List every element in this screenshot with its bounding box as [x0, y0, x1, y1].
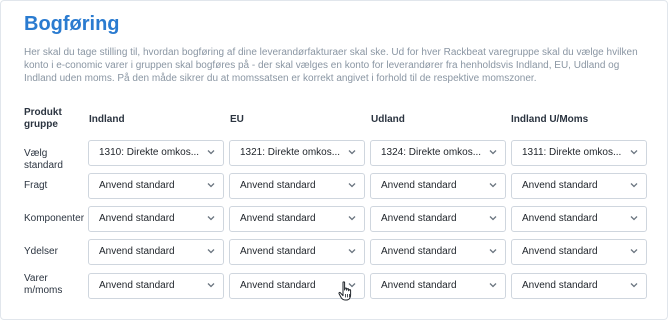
row-label-vaelg-standard: Vælg standard	[24, 148, 63, 171]
chevron-down-icon	[348, 216, 356, 221]
select-vaelg-standard-indland[interactable]: 1310: Direkte omkos...	[88, 140, 224, 166]
select-ydelser-eu[interactable]: Anvend standard	[229, 239, 365, 265]
page-title: Bogføring	[24, 13, 120, 35]
header-indland-umoms: Indland U/Moms	[511, 114, 589, 125]
chevron-down-icon	[630, 183, 638, 188]
chevron-down-icon	[489, 150, 497, 155]
select-vaelg-standard-udland[interactable]: 1324: Direkte omkos...	[370, 140, 506, 166]
select-fragt-udland[interactable]: Anvend standard	[370, 173, 506, 199]
select-ydelser-udland[interactable]: Anvend standard	[370, 239, 506, 265]
chevron-down-icon	[630, 249, 638, 254]
header-eu: EU	[230, 114, 244, 125]
select-fragt-indland-umoms[interactable]: Anvend standard	[511, 173, 647, 199]
select-vaelg-standard-eu[interactable]: 1321: Direkte omkos...	[229, 140, 365, 166]
select-varer-mmoms-indland[interactable]: Anvend standard	[88, 273, 224, 299]
chevron-down-icon	[348, 183, 356, 188]
select-komponenter-udland[interactable]: Anvend standard	[370, 206, 506, 232]
row-label-varer-mmoms: Varer m/moms	[24, 273, 63, 296]
header-product-group: Produkt gruppe	[24, 107, 62, 130]
select-fragt-eu[interactable]: Anvend standard	[229, 173, 365, 199]
header-indland: Indland	[89, 114, 125, 125]
bookkeeping-card: Bogføring Her skal du tage stilling til,…	[0, 0, 668, 320]
row-label-komponenter: Komponenter	[24, 213, 85, 224]
header-udland: Udland	[371, 114, 405, 125]
select-varer-mmoms-udland[interactable]: Anvend standard	[370, 273, 506, 299]
hand-pointer-icon	[338, 281, 352, 301]
chevron-down-icon	[489, 249, 497, 254]
chevron-down-icon	[348, 249, 356, 254]
chevron-down-icon	[489, 283, 497, 288]
chevron-down-icon	[207, 249, 215, 254]
chevron-down-icon	[630, 283, 638, 288]
chevron-down-icon	[207, 150, 215, 155]
select-ydelser-indland[interactable]: Anvend standard	[88, 239, 224, 265]
row-label-fragt: Fragt	[24, 180, 48, 191]
chevron-down-icon	[207, 183, 215, 188]
row-label-ydelser: Ydelser	[24, 246, 58, 257]
chevron-down-icon	[207, 216, 215, 221]
chevron-down-icon	[630, 216, 638, 221]
select-komponenter-eu[interactable]: Anvend standard	[229, 206, 365, 232]
select-varer-mmoms-indland-umoms[interactable]: Anvend standard	[511, 273, 647, 299]
chevron-down-icon	[489, 183, 497, 188]
chevron-down-icon	[207, 283, 215, 288]
chevron-down-icon	[630, 150, 638, 155]
select-ydelser-indland-umoms[interactable]: Anvend standard	[511, 239, 647, 265]
chevron-down-icon	[348, 150, 356, 155]
select-komponenter-indland-umoms[interactable]: Anvend standard	[511, 206, 647, 232]
select-fragt-indland[interactable]: Anvend standard	[88, 173, 224, 199]
select-komponenter-indland[interactable]: Anvend standard	[88, 206, 224, 232]
select-vaelg-standard-indland-umoms[interactable]: 1311: Direkte omkos...	[511, 140, 647, 166]
chevron-down-icon	[489, 216, 497, 221]
page-description: Her skal du tage stilling til, hvordan b…	[24, 47, 638, 84]
